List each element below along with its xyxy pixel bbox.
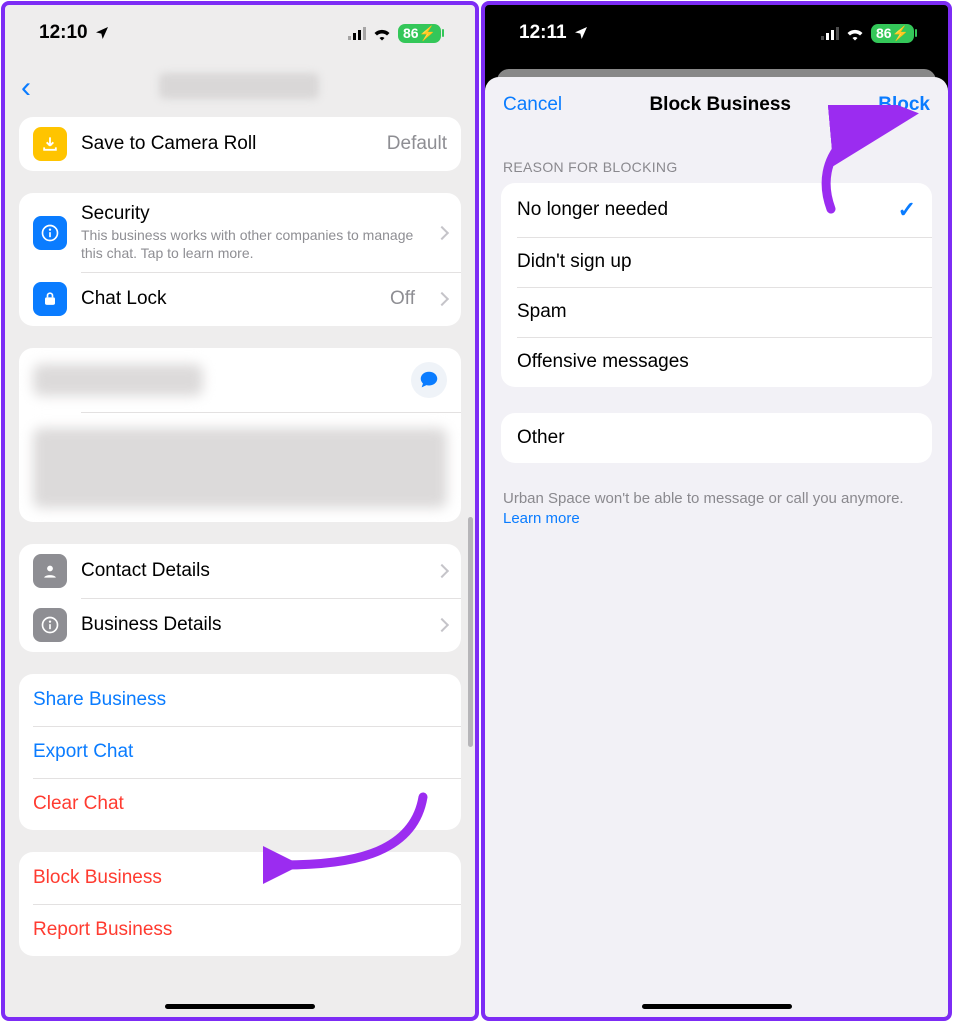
person-icon bbox=[33, 554, 67, 588]
row-label: Save to Camera Roll bbox=[81, 133, 373, 155]
chevron-right-icon bbox=[435, 225, 449, 239]
redacted-group bbox=[19, 348, 461, 522]
info-icon bbox=[33, 216, 67, 250]
row-label: Security bbox=[81, 203, 415, 225]
cancel-button[interactable]: Cancel bbox=[503, 94, 562, 116]
row-contact-details[interactable]: Contact Details bbox=[19, 544, 461, 598]
reason-other[interactable]: Other bbox=[501, 413, 932, 463]
reason-label: Didn't sign up bbox=[517, 251, 632, 273]
wifi-icon bbox=[372, 25, 392, 41]
row-security[interactable]: Security This business works with other … bbox=[19, 193, 461, 272]
row-label: Clear Chat bbox=[33, 793, 447, 815]
row-label: Business Details bbox=[81, 614, 415, 636]
row-export-chat[interactable]: Export Chat bbox=[19, 726, 461, 778]
home-indicator bbox=[642, 1004, 792, 1009]
nav-bar: ‹ bbox=[5, 61, 475, 115]
row-share-business[interactable]: Share Business bbox=[19, 674, 461, 726]
checkmark-icon: ✓ bbox=[898, 197, 916, 223]
sheet-title: Block Business bbox=[649, 94, 791, 116]
row-label: Report Business bbox=[33, 919, 447, 941]
scroll-indicator bbox=[468, 517, 473, 747]
row-trail: Off bbox=[390, 288, 415, 310]
row-business-details[interactable]: Business Details bbox=[19, 598, 461, 652]
status-time: 12:11 bbox=[519, 22, 567, 44]
row-trail: Default bbox=[387, 133, 447, 155]
reason-label: Offensive messages bbox=[517, 351, 689, 373]
block-button[interactable]: Block bbox=[878, 94, 930, 116]
reason-didnt-sign-up[interactable]: Didn't sign up bbox=[501, 237, 932, 287]
reason-label: Other bbox=[517, 427, 565, 449]
reason-label: Spam bbox=[517, 301, 567, 323]
home-indicator bbox=[165, 1004, 315, 1009]
right-screenshot: 12:11 86⚡ Cancel Block Business Block RE… bbox=[481, 1, 952, 1021]
signal-icon bbox=[348, 26, 366, 40]
location-icon bbox=[94, 25, 110, 41]
location-icon bbox=[573, 25, 589, 41]
row-label: Contact Details bbox=[81, 560, 415, 582]
row-chat-lock[interactable]: Chat Lock Off bbox=[19, 272, 461, 326]
status-bar: 12:10 86⚡ bbox=[5, 5, 475, 61]
battery-badge: 86⚡ bbox=[871, 24, 914, 43]
reason-offensive[interactable]: Offensive messages bbox=[501, 337, 932, 387]
row-label: Export Chat bbox=[33, 741, 447, 763]
wifi-icon bbox=[845, 25, 865, 41]
block-sheet: Cancel Block Business Block REASON FOR B… bbox=[485, 77, 948, 1017]
download-icon bbox=[33, 127, 67, 161]
row-clear-chat[interactable]: Clear Chat bbox=[19, 778, 461, 830]
info-icon bbox=[33, 608, 67, 642]
footnote: Urban Space won't be able to message or … bbox=[501, 489, 932, 530]
settings-scroll[interactable]: Save to Camera Roll Default Security Thi… bbox=[5, 115, 475, 1017]
redacted-title bbox=[159, 73, 319, 99]
row-sublabel: This business works with other companies… bbox=[81, 227, 415, 262]
section-header: REASON FOR BLOCKING bbox=[501, 147, 932, 183]
sheet-nav: Cancel Block Business Block bbox=[485, 77, 948, 133]
row-report-business[interactable]: Report Business bbox=[19, 904, 461, 956]
reason-spam[interactable]: Spam bbox=[501, 287, 932, 337]
chevron-right-icon bbox=[435, 618, 449, 632]
learn-more-link[interactable]: Learn more bbox=[503, 510, 580, 527]
row-label: Chat Lock bbox=[81, 288, 376, 310]
redacted-text bbox=[33, 428, 447, 508]
reason-no-longer-needed[interactable]: No longer needed ✓ bbox=[501, 183, 932, 237]
back-button[interactable]: ‹ bbox=[15, 71, 37, 105]
left-screenshot: 12:10 86⚡ ‹ Save to Camera Roll Default bbox=[1, 1, 479, 1021]
redacted-text bbox=[33, 364, 203, 396]
row-label: Block Business bbox=[33, 867, 447, 889]
status-time: 12:10 bbox=[39, 22, 88, 44]
signal-icon bbox=[821, 26, 839, 40]
chat-bubble-button[interactable] bbox=[411, 362, 447, 398]
reason-label: No longer needed bbox=[517, 199, 668, 221]
row-save-camera-roll[interactable]: Save to Camera Roll Default bbox=[19, 117, 461, 171]
chevron-right-icon bbox=[435, 292, 449, 306]
chevron-right-icon bbox=[435, 564, 449, 578]
row-block-business[interactable]: Block Business bbox=[19, 852, 461, 904]
row-label: Share Business bbox=[33, 689, 447, 711]
status-bar: 12:11 86⚡ bbox=[485, 5, 948, 61]
lock-icon bbox=[33, 282, 67, 316]
battery-badge: 86⚡ bbox=[398, 24, 441, 43]
